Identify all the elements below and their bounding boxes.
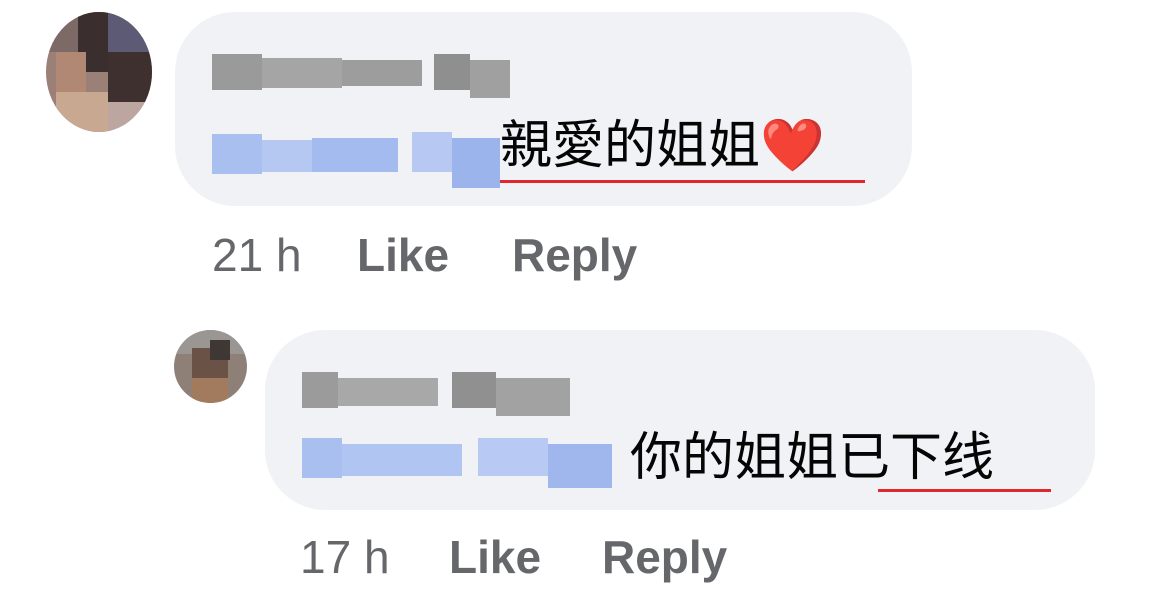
comment-text: 親愛的姐姐❤️ <box>500 116 825 176</box>
reply-action[interactable]: Reply <box>512 228 637 282</box>
timestamp[interactable]: 17 h <box>300 531 390 583</box>
like-button[interactable]: Like <box>357 229 449 281</box>
like-action[interactable]: Like <box>449 530 541 584</box>
spellcheck-underline <box>878 489 1051 492</box>
timestamp[interactable]: 21 h <box>212 229 302 281</box>
spellcheck-underline <box>500 180 865 183</box>
comment-text: 你的姐姐已下线 <box>630 428 995 488</box>
avatar[interactable] <box>174 330 247 403</box>
avatar[interactable] <box>46 12 152 132</box>
comment-actions: 17 h <box>300 530 390 584</box>
author-name[interactable] <box>302 364 570 416</box>
like-action[interactable]: Like <box>357 228 449 282</box>
reply-action[interactable]: Reply <box>602 530 727 584</box>
reply-button[interactable]: Reply <box>602 531 727 583</box>
mention-tag[interactable] <box>212 122 500 188</box>
reply-button[interactable]: Reply <box>512 229 637 281</box>
like-button[interactable]: Like <box>449 531 541 583</box>
mention-tag[interactable] <box>302 430 612 490</box>
comment-bubble <box>175 12 912 206</box>
comment-actions: 21 h <box>212 228 302 282</box>
author-name[interactable] <box>212 46 510 98</box>
